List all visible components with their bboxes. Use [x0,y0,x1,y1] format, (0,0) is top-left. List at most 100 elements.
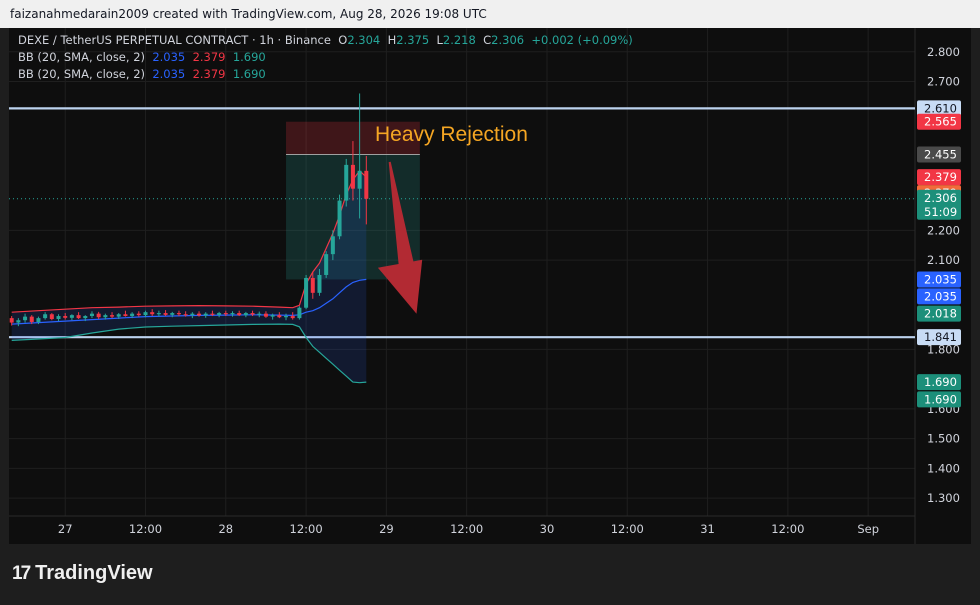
price-label-text: 2.565 [924,115,957,129]
candle-body [116,314,121,317]
time-tick-label: 12:00 [290,522,323,536]
candle-body [330,236,335,255]
candle-body [290,316,295,319]
price-label-text: 2.035 [924,272,957,286]
candle-body [243,313,248,316]
price-label-text: 1.690 [924,392,957,406]
candle-body [350,164,355,189]
candle-body [170,313,175,315]
price-tick-label: 1.500 [927,432,960,446]
time-tick-label: 28 [218,522,233,536]
candle-body [23,316,28,321]
price-tick-label: 2.200 [927,223,960,237]
candle-body [344,164,349,201]
candle-body [364,170,369,199]
legend-bb-upper: 2.379 [192,67,226,81]
candle-body [297,307,302,319]
price-tick-label: 1.400 [927,461,960,475]
candle-body [163,313,168,315]
legend-bb-upper: 2.379 [192,50,226,64]
candle-body [210,313,215,315]
time-tick-label: 29 [379,522,394,536]
time-tick-label: 27 [58,522,73,536]
candle-body [324,254,329,275]
time-tick-label: 12:00 [450,522,483,536]
legend-h-label: H [387,33,397,47]
annotation-heavy-rejection: Heavy Rejection [375,123,528,146]
legend-high: 2.375 [396,33,430,47]
legend-bb-basis: 2.035 [152,67,186,81]
time-tick-label: 30 [540,522,555,536]
candle-body [130,313,135,317]
candle-body [123,314,128,317]
price-label-text: 2.035 [924,289,957,303]
tradingview-brand: TradingView [35,562,153,584]
price-chart[interactable]: 1.3001.4001.5001.6001.8002.1002.2002.700… [9,28,971,544]
grid [9,28,916,544]
candle-body [176,313,181,315]
candle-body [136,313,141,316]
candle-body [183,314,188,316]
price-label-text: 2.306 [924,191,957,205]
candle-body [223,313,228,315]
candle-body [304,277,309,308]
candle-body [69,315,74,318]
candle-body [230,313,235,315]
candle-body [250,313,255,315]
candle-body [16,320,21,323]
legend-bb-lower: 1.690 [232,50,266,64]
legend-symbol: DEXE / TetherUS PERPETUAL CONTRACT · 1h … [18,33,331,47]
time-tick-label: Sep [857,522,879,536]
legend-bb-row-2[interactable]: BB (20, SMA, close, 2) 2.035 2.379 1.690 [18,67,266,81]
legend-open: 2.304 [347,33,381,47]
legend-change: +0.002 (+0.09%) [531,33,633,47]
time-tick-label: 12:00 [771,522,804,536]
candle-body [317,274,322,293]
candle-body [156,313,161,315]
price-tick-label: 2.100 [927,253,960,267]
candle-body [103,315,108,318]
candle-body [96,313,101,318]
candle-body [89,313,94,317]
legend-bb-lower: 1.690 [232,67,266,81]
time-tick-label: 31 [700,522,715,536]
legend-close: 2.306 [491,33,525,47]
time-axis: 27 12:00 28 12:00 29 12:00 30 12:00 31 12:00 Sep [58,522,879,536]
price-label-countdown: 51:09 [924,205,957,219]
candle-body [36,318,41,322]
legend-symbol-row: DEXE / TetherUS PERPETUAL CONTRACT · 1h … [18,33,633,47]
legend-low: 2.218 [442,33,476,47]
candle-body [270,315,275,317]
candle-body [217,313,222,315]
chart-frame[interactable]: 1.300 1.400 1.500 1.600 1.800 2.100 2.200 2.700… [9,28,971,544]
price-label-text: 2.455 [924,147,957,161]
candle-body [310,277,315,293]
candle-body [49,314,54,320]
candle-body [263,313,268,317]
candle-body [63,316,68,318]
tradingview-logo[interactable]: 17 TradingView [12,562,153,585]
price-label-text: 2.379 [924,170,957,184]
candle-body [337,200,342,237]
candle-body [43,314,48,319]
candle-body [277,315,282,318]
price-tick-label: 2.700 [927,75,960,89]
price-label-text: 1.841 [924,330,957,344]
candle-body [190,313,195,316]
candle-body [76,315,81,319]
price-tick-label: 2.800 [927,45,960,59]
candle-body [237,313,242,316]
candle-body [257,313,262,315]
candle-body [29,316,34,322]
legend-bb-label: BB (20, SMA, close, 2) [18,50,145,64]
legend-c-label: C [483,33,492,47]
legend-o-label: O [338,33,348,47]
legend-bb-row-1[interactable]: BB (20, SMA, close, 2) 2.035 2.379 1.690 [18,50,266,64]
legend-bb-label: BB (20, SMA, close, 2) [18,67,145,81]
price-label-text: 1.690 [924,375,957,389]
tradingview-mark-icon: 17 [12,563,31,584]
price-label-text: 2.018 [924,307,957,321]
candle-body [357,170,362,189]
price-tick-label: 1.300 [927,491,960,505]
candle-body [150,312,155,315]
